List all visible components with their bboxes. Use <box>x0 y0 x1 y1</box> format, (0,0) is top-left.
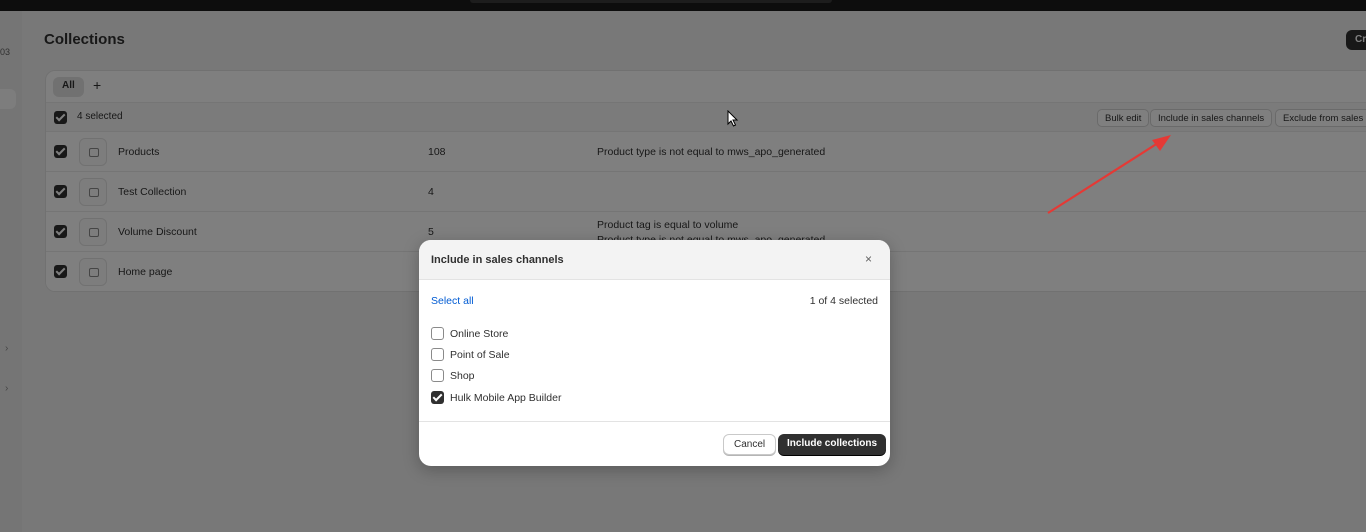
modal-title: Include in sales channels <box>431 254 564 266</box>
modal-footer: Cancel Include collections <box>419 421 890 466</box>
close-icon[interactable]: × <box>865 252 872 266</box>
channel-checkbox[interactable] <box>431 348 444 361</box>
arrow-head <box>1152 135 1171 151</box>
include-collections-button[interactable]: Include collections <box>778 434 887 455</box>
channel-label[interactable]: Hulk Mobile App Builder <box>450 392 561 404</box>
channel-checkbox[interactable] <box>431 369 444 382</box>
cancel-button[interactable]: Cancel <box>723 434 777 455</box>
modal-header: Include in sales channels × <box>419 240 890 280</box>
channel-checkbox[interactable] <box>431 327 444 340</box>
arrow-shaft <box>1047 142 1159 214</box>
selected-channels-count: 1 of 4 selected <box>809 295 878 307</box>
include-sales-channels-modal: Include in sales channels × Select all 1… <box>419 240 890 466</box>
select-all-link[interactable]: Select all <box>431 295 474 307</box>
mouse-cursor-icon <box>727 110 739 127</box>
channel-label[interactable]: Online Store <box>450 328 508 340</box>
channel-label[interactable]: Point of Sale <box>450 349 510 361</box>
channel-label[interactable]: Shop <box>450 370 475 382</box>
channel-checkbox[interactable] <box>431 391 444 404</box>
